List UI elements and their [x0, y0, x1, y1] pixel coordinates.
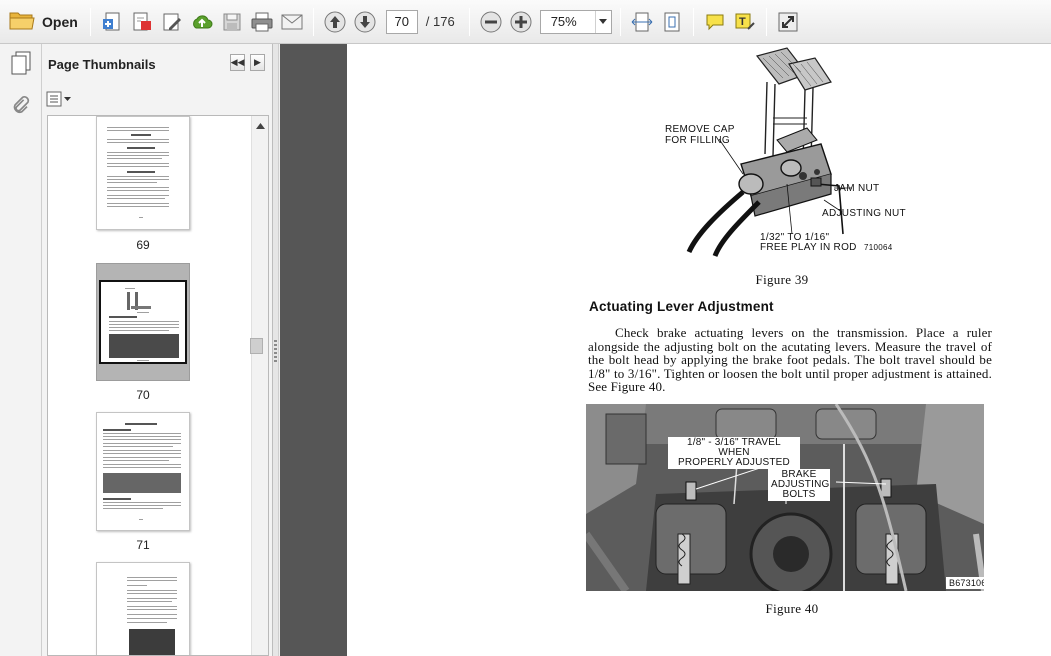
figure-39-caption: Figure 39 [755, 272, 809, 287]
thumbnail-page-selected[interactable] [96, 263, 190, 381]
zoom-select[interactable]: 75% [539, 9, 612, 34]
zoom-out-button[interactable] [476, 7, 506, 37]
create-pdf-button[interactable] [97, 7, 127, 37]
document-view[interactable]: REMOVE CAP FOR FILLING JAM NUT ADJUSTING… [280, 44, 1051, 656]
toolbar-separator [312, 7, 314, 36]
fit-width-button[interactable] [627, 7, 657, 37]
paperclip-icon [13, 96, 30, 114]
attachments-tab[interactable] [7, 92, 35, 120]
page-total: / 176 [425, 14, 455, 29]
email-button[interactable] [277, 7, 307, 37]
export-pdf-icon [133, 12, 151, 30]
double-chevron-left-icon: ◀◀ [230, 57, 245, 67]
minus-circle-icon [480, 11, 502, 32]
thumbnail-scrollbar[interactable] [251, 116, 268, 655]
figure-39-diagram: REMOVE CAP FOR FILLING JAM NUT ADJUSTING… [665, 47, 906, 257]
panel-title: Page Thumbnails [48, 56, 156, 72]
label-free-play-rod: FREE PLAY IN ROD [760, 242, 857, 253]
section-heading: Actuating Lever Adjustment [589, 299, 774, 314]
print-button[interactable] [247, 7, 277, 37]
label-jam-nut: JAM NUT [834, 183, 879, 194]
photo-label-brake-line3: BOLTS [782, 489, 816, 500]
thumbnail-page-content [99, 280, 187, 364]
thumbnail-list[interactable]: 69 70 71 [47, 115, 269, 656]
envelope-icon [281, 14, 303, 29]
thumbnails-panel: Page Thumbnails ◀◀ ▶ 69 70 71 [42, 44, 273, 656]
save-button[interactable] [217, 7, 247, 37]
floppy-disk-icon [223, 13, 241, 30]
photo-label-travel: 1/8" - 3/16" TRAVEL WHEN PROPERLY ADJUST… [668, 437, 800, 469]
page-number-input[interactable]: 70 [385, 9, 418, 34]
thumbnail-options-button[interactable] [46, 89, 72, 109]
upload-cloud-button[interactable] [187, 7, 217, 37]
panel-header: Page Thumbnails ◀◀ ▶ [42, 44, 272, 84]
zoom-value: 75% [550, 14, 577, 29]
arrow-up-circle-icon [324, 11, 346, 32]
expand-icon [778, 12, 798, 31]
pages-icon [11, 51, 31, 75]
thumbnail-page[interactable] [96, 116, 190, 230]
thumbnail-page[interactable] [96, 562, 190, 655]
svg-text:T: T [739, 16, 746, 28]
create-pdf-icon [102, 12, 120, 30]
cloud-upload-icon [192, 14, 213, 28]
figure-39-code: 710064 [864, 243, 893, 252]
thumbnail-page[interactable] [96, 412, 190, 531]
comment-button[interactable] [700, 7, 730, 37]
figure-40-photo: 1/8" - 3/16" TRAVEL WHEN PROPERLY ADJUST… [586, 404, 984, 591]
options-menu-icon [46, 91, 71, 107]
open-button[interactable]: Open [6, 7, 84, 37]
full-screen-button[interactable] [773, 7, 803, 37]
toolbar-separator [468, 7, 470, 36]
label-for-filling: FOR FILLING [665, 135, 730, 146]
label-remove-cap: REMOVE CAP [665, 124, 735, 135]
body-paragraph: Check brake actuating levers on the tran… [588, 325, 992, 394]
export-pdf-button[interactable] [127, 7, 157, 37]
printer-icon [251, 12, 273, 31]
pdf-page: REMOVE CAP FOR FILLING JAM NUT ADJUSTING… [347, 44, 1051, 656]
label-adjusting-nut: ADJUSTING NUT [822, 208, 906, 219]
toolbar-separator [692, 7, 694, 36]
thumbnail-page-number: 71 [136, 538, 150, 552]
previous-page-button[interactable] [320, 7, 350, 37]
toolbar-separator [89, 7, 91, 36]
photo-label-brake-bolts: BRAKE ADJUSTING BOLTS [768, 469, 830, 501]
close-panel-button[interactable]: ▶ [250, 54, 265, 71]
fit-page-button[interactable] [657, 7, 687, 37]
chevron-down-icon [594, 10, 611, 33]
figure-40-code: B673106 [946, 577, 984, 589]
chevron-right-icon: ▶ [254, 57, 261, 67]
collapse-panel-button[interactable]: ◀◀ [230, 54, 245, 71]
panel-scroll-thumb[interactable] [250, 338, 263, 354]
scroll-up-icon[interactable] [252, 118, 268, 134]
edit-pdf-icon [163, 13, 181, 30]
highlight-text-icon: T [735, 13, 755, 30]
next-page-button[interactable] [350, 7, 380, 37]
navigation-rail [0, 44, 42, 656]
zoom-in-button[interactable] [506, 7, 536, 37]
folder-icon [9, 9, 35, 34]
fit-page-icon [664, 12, 680, 31]
edit-pdf-button[interactable] [157, 7, 187, 37]
main-toolbar: Open 70 / 176 75% T [0, 0, 1051, 44]
highlight-text-button[interactable]: T [730, 7, 760, 37]
photo-label-travel-line2: PROPERLY ADJUSTED [678, 457, 790, 468]
figure-40-caption: Figure 40 [765, 601, 819, 616]
fit-width-icon [631, 12, 653, 31]
arrow-down-circle-icon [354, 11, 376, 32]
open-label: Open [42, 13, 78, 30]
plus-circle-icon [510, 11, 532, 32]
thumbnail-page-number: 69 [136, 238, 150, 252]
toolbar-separator [765, 7, 767, 36]
thumbnail-page-number: 70 [136, 388, 150, 402]
panel-splitter[interactable] [273, 44, 279, 656]
toolbar-separator [619, 7, 621, 36]
speech-bubble-icon [706, 14, 724, 30]
page-thumbnails-tab[interactable] [7, 49, 35, 77]
photo-label-travel-line1: 1/8" - 3/16" TRAVEL WHEN [687, 437, 781, 458]
